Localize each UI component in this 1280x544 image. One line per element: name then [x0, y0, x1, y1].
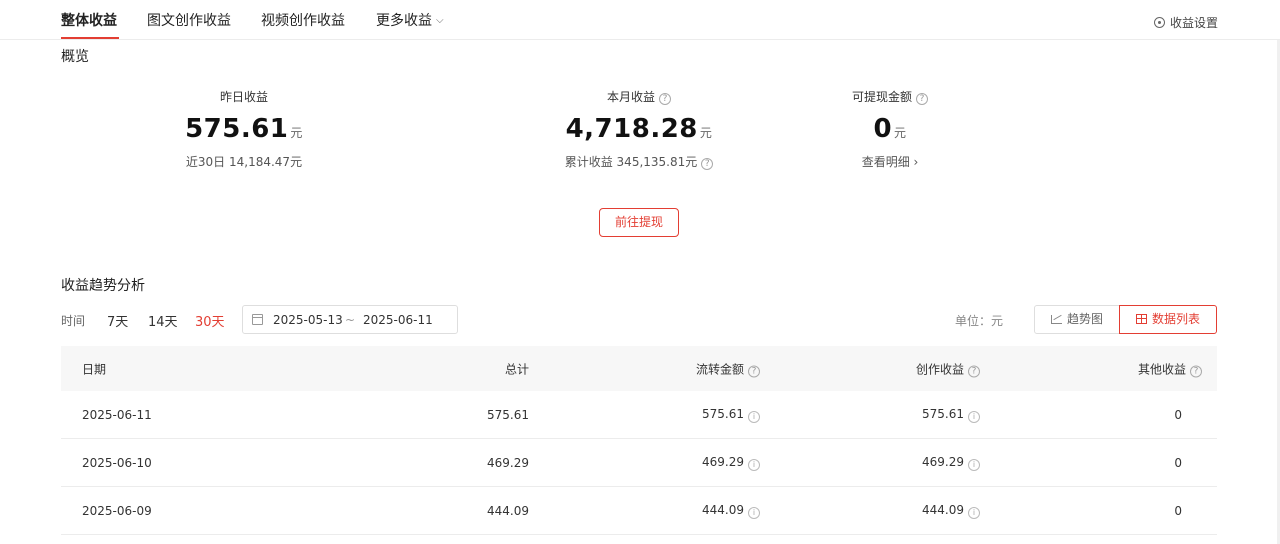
table-icon	[1135, 314, 1147, 324]
header-create-label: 创作收益	[915, 362, 964, 376]
date-range-picker[interactable]: 2025-05-13 ~ 2025-06-11	[242, 305, 458, 334]
range-7-days[interactable]: 7天	[107, 311, 128, 330]
info-icon[interactable]: i	[968, 458, 980, 471]
data-list-label: 数据列表	[1151, 312, 1200, 326]
info-icon[interactable]: i	[748, 506, 760, 519]
row-other: 0	[1174, 407, 1182, 422]
row-flow: 469.29 i	[702, 455, 760, 471]
stat-yesterday-value: 575.61 元	[114, 114, 374, 144]
calendar-icon	[252, 314, 263, 325]
row-date: 2025-06-09	[82, 503, 152, 518]
help-icon[interactable]: ?	[916, 93, 928, 105]
table-row: 2025-06-10 469.29 469.29 i 469.29 i 0	[61, 439, 1217, 487]
header-create: 创作收益?	[916, 360, 980, 377]
row-create-value: 444.09	[922, 502, 964, 517]
stat-month-label-row: 本月收益?	[509, 88, 769, 105]
row-flow: 444.09 i	[702, 503, 760, 519]
header-other-label: 其他收益	[1137, 362, 1186, 376]
header-flow: 流转金额?	[696, 360, 760, 377]
stat-yesterday-sub: 近30日 14,184.47元	[185, 155, 303, 169]
stat-withdrawable: 可提现金额? 0元 查看明细 ›	[760, 88, 1020, 170]
row-other: 0	[1174, 455, 1182, 470]
row-create-value: 575.61	[922, 406, 964, 421]
trend-chart-label: 趋势图	[1066, 312, 1103, 326]
table-row: 2025-06-09 444.09 444.09 i 444.09 i 0	[61, 487, 1217, 535]
info-icon[interactable]: i	[748, 410, 760, 423]
range-14-days[interactable]: 14天	[148, 311, 178, 330]
income-settings-label: 收益设置	[1169, 16, 1218, 30]
income-settings-link[interactable]: 收益设置	[1153, 14, 1218, 31]
row-create: 575.61 i	[922, 407, 980, 423]
row-create: 444.09 i	[922, 503, 980, 519]
withdrawable-unit: 元	[894, 126, 907, 140]
row-flow-value: 575.61	[702, 406, 744, 421]
yesterday-unit: 元	[290, 126, 303, 140]
trend-title: 收益趋势分析	[61, 278, 145, 294]
row-total: 469.29	[487, 455, 529, 470]
stat-month-sub: 累计收益 345,135.81元	[564, 155, 698, 169]
stat-yesterday: 昨日收益 575.61 元 近30日 14,184.47元	[114, 88, 374, 170]
stat-yesterday-label: 昨日收益	[219, 90, 268, 104]
stat-month-sub-row: 累计收益 345,135.81元?	[509, 153, 769, 170]
overview-title: 概览	[61, 49, 89, 65]
time-label: 时间	[61, 314, 86, 328]
row-create-value: 469.29	[922, 454, 964, 469]
help-icon[interactable]: ?	[1190, 365, 1202, 377]
tab-more-income-label: 更多收益	[376, 13, 432, 29]
help-icon[interactable]: ?	[748, 365, 760, 377]
stat-month: 本月收益? 4,718.28 元 累计收益 345,135.81元?	[509, 88, 769, 170]
row-flow: 575.61 i	[702, 407, 760, 423]
info-icon[interactable]: i	[968, 506, 980, 519]
tab-video-income[interactable]: 视频创作收益	[261, 10, 345, 30]
header-flow-label: 流转金额	[695, 362, 744, 376]
row-flow-value: 444.09	[702, 502, 744, 517]
help-icon[interactable]: ?	[701, 158, 714, 170]
help-icon[interactable]: ?	[968, 365, 980, 377]
tab-article-income[interactable]: 图文创作收益	[147, 10, 231, 30]
month-unit: 元	[699, 126, 713, 140]
withdrawable-amount: 0	[873, 114, 893, 144]
chevron-down-icon: ⌵	[436, 15, 444, 26]
unit-label: 单位：元	[955, 314, 1004, 328]
tab-more-income[interactable]: 更多收益 ⌵	[376, 10, 444, 30]
active-tab-indicator	[61, 37, 119, 39]
table-header: 日期 总计 流转金额? 创作收益? 其他收益?	[61, 346, 1217, 391]
row-date: 2025-06-10	[82, 455, 152, 470]
help-icon[interactable]: ?	[659, 93, 671, 105]
table-row: 2025-06-11 575.61 575.61 i 575.61 i 0	[61, 391, 1217, 439]
date-separator: ~	[345, 313, 356, 327]
stat-month-value: 4,718.28 元	[509, 114, 769, 144]
yesterday-amount: 575.61	[185, 114, 289, 144]
header-other: 其他收益?	[1138, 360, 1202, 377]
top-nav: 整体收益 图文创作收益 视频创作收益 更多收益 ⌵ 收益设置	[0, 0, 1280, 40]
stat-withdrawable-value: 0元	[760, 114, 1020, 144]
info-icon[interactable]: i	[968, 410, 980, 423]
row-date: 2025-06-11	[82, 407, 152, 422]
row-total: 575.61	[487, 407, 529, 422]
view-details-link[interactable]: 查看明细 ›	[760, 153, 1020, 170]
stat-withdrawable-label-row: 可提现金额?	[760, 88, 1020, 105]
withdraw-button[interactable]: 前往提现	[599, 208, 679, 237]
trend-chart-button[interactable]: 趋势图	[1034, 305, 1120, 334]
settings-icon	[1153, 17, 1165, 28]
date-end[interactable]: 2025-06-11	[363, 313, 433, 327]
line-chart-icon	[1050, 315, 1062, 324]
stat-month-label: 本月收益	[606, 90, 655, 104]
stat-withdrawable-label: 可提现金额	[851, 90, 912, 104]
info-icon[interactable]: i	[748, 458, 760, 471]
row-total: 444.09	[487, 503, 529, 518]
data-list-button[interactable]: 数据列表	[1119, 305, 1217, 334]
month-amount: 4,718.28	[565, 114, 698, 144]
header-total: 总计	[504, 362, 529, 376]
row-create: 469.29 i	[922, 455, 980, 471]
row-other: 0	[1174, 503, 1182, 518]
date-start[interactable]: 2025-05-13	[273, 313, 343, 327]
income-table: 日期 总计 流转金额? 创作收益? 其他收益? 2025-06-11 575.6…	[61, 346, 1217, 535]
tab-overall-income[interactable]: 整体收益	[61, 10, 117, 30]
range-30-days[interactable]: 30天	[195, 311, 225, 330]
row-flow-value: 469.29	[702, 454, 744, 469]
header-date: 日期	[82, 362, 107, 376]
